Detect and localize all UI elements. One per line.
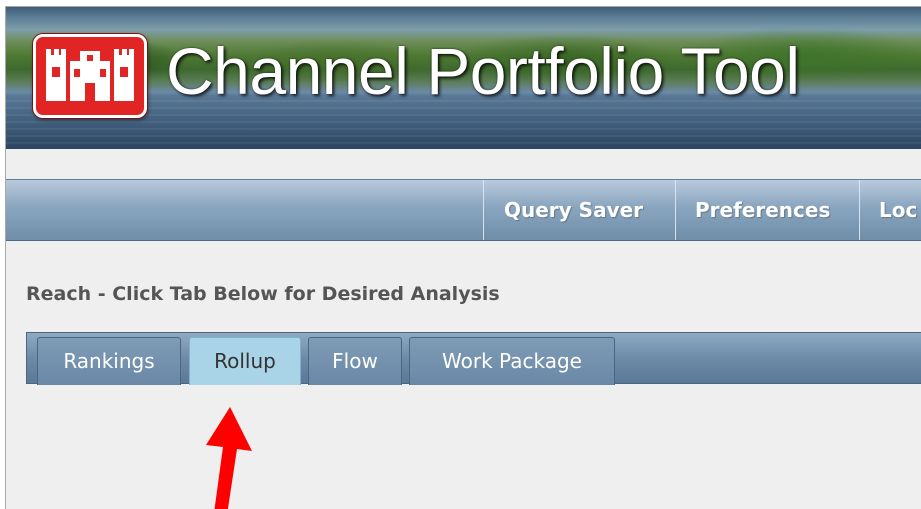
tab-flow[interactable]: Flow xyxy=(308,337,402,385)
main-nav-bar: Query Saver Preferences Loc xyxy=(6,179,921,241)
app-title: Channel Portfolio Tool xyxy=(166,34,800,108)
red-arrow-icon xyxy=(196,407,256,509)
tab-work-package[interactable]: Work Package xyxy=(409,337,615,385)
tab-rankings[interactable]: Rankings xyxy=(37,337,181,385)
analysis-tab-bar: Rankings Rollup Flow Work Package xyxy=(26,332,921,385)
usace-castle-icon xyxy=(33,34,147,118)
nav-loc[interactable]: Loc xyxy=(859,180,921,240)
header-banner: Channel Portfolio Tool xyxy=(6,7,921,149)
nav-query-saver[interactable]: Query Saver xyxy=(483,180,675,240)
app-frame: Channel Portfolio Tool Query Saver Prefe… xyxy=(5,6,921,509)
nav-preferences[interactable]: Preferences xyxy=(675,180,859,240)
tab-rollup[interactable]: Rollup xyxy=(189,337,301,385)
section-heading: Reach - Click Tab Below for Desired Anal… xyxy=(26,283,500,305)
